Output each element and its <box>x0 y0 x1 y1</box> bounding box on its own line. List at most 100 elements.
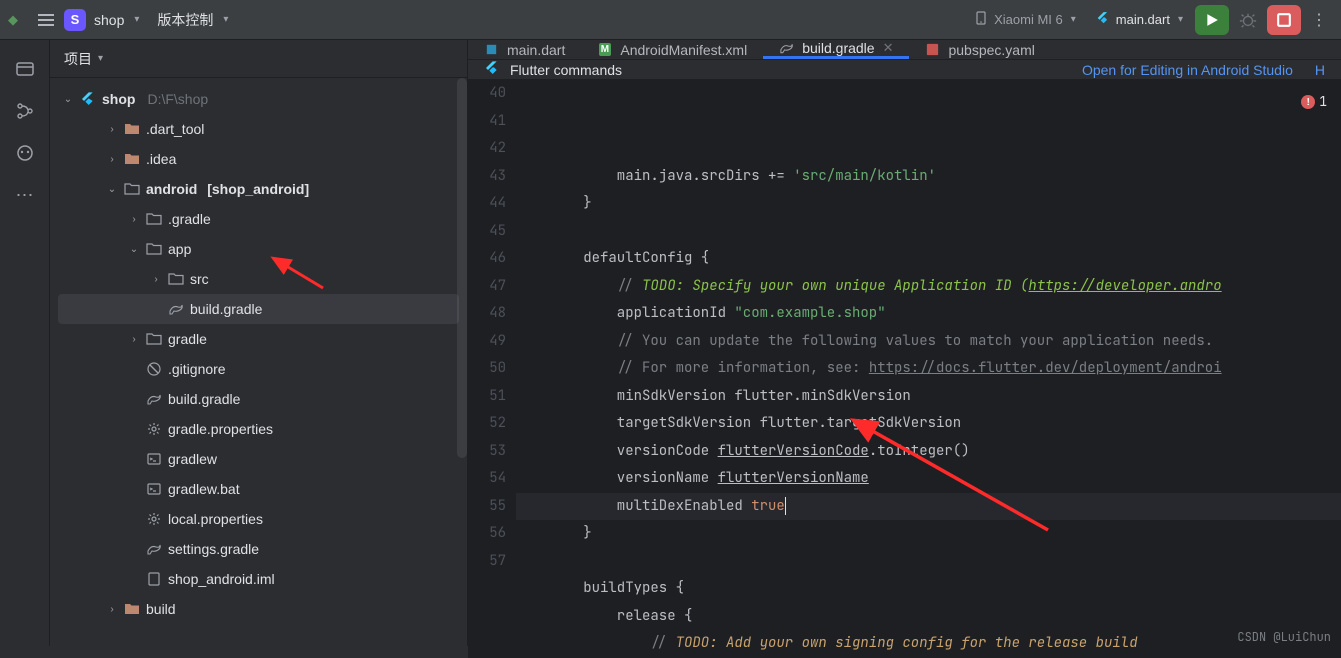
tree-node-build[interactable]: ›build <box>50 594 467 624</box>
run-button[interactable] <box>1195 5 1229 35</box>
code-line[interactable]: defaultConfig { <box>516 245 1341 273</box>
code-line[interactable]: // TODO: Specify your own unique Applica… <box>516 273 1341 301</box>
flutter-icon <box>1096 11 1110 28</box>
device-selector[interactable]: Xiaomi MI 6 ▾ <box>966 7 1084 32</box>
tree-node-src[interactable]: ›src <box>50 264 467 294</box>
more-tools-icon[interactable]: ⋯ <box>14 184 36 206</box>
code-line[interactable]: release { <box>516 603 1341 631</box>
run-config-selector[interactable]: main.dart ▾ <box>1088 7 1191 32</box>
code-line[interactable]: // For more information, see: https://do… <box>516 355 1341 383</box>
project-name[interactable]: shop <box>94 12 124 28</box>
tree-node--gradle[interactable]: ›.gradle <box>50 204 467 234</box>
sidebar-title: 项目 <box>64 49 92 69</box>
error-icon: ! <box>1301 95 1315 109</box>
tab-label: pubspec.yaml <box>948 42 1034 58</box>
tree-node--dart-tool[interactable]: ›.dart_tool <box>50 114 467 144</box>
file-icon <box>779 41 794 56</box>
error-count: 1 <box>1319 88 1327 116</box>
scrollbar[interactable] <box>457 78 467 458</box>
project-tree[interactable]: ⌄shopD:\F\shop›.dart_tool›.idea⌄android … <box>50 78 467 630</box>
tree-node-build-gradle[interactable]: build.gradle <box>58 294 459 324</box>
debug-button[interactable] <box>1233 11 1263 29</box>
phone-icon <box>974 11 988 28</box>
tree-node-gradle-properties[interactable]: gradle.properties <box>50 414 467 444</box>
file-icon <box>146 331 162 347</box>
file-icon <box>168 301 184 317</box>
file-icon <box>146 391 162 407</box>
code-line[interactable]: minSdkVersion flutter.minSdkVersion <box>516 383 1341 411</box>
code-line[interactable] <box>516 548 1341 576</box>
open-in-studio-link[interactable]: Open for Editing in Android Studio <box>1082 62 1293 78</box>
code-line[interactable]: multiDexEnabled true <box>516 493 1341 521</box>
tree-node-android[interactable]: ⌄android [shop_android] <box>50 174 467 204</box>
tree-node-local-properties[interactable]: local.properties <box>50 504 467 534</box>
project-tool-icon[interactable] <box>14 58 36 80</box>
file-icon <box>146 361 162 377</box>
tab-label: build.gradle <box>802 40 874 56</box>
tab-label: AndroidManifest.xml <box>620 42 747 58</box>
tree-node--gitignore[interactable]: .gitignore <box>50 354 467 384</box>
banner-extra[interactable]: H <box>1315 62 1325 78</box>
tab-pubspec-yaml[interactable]: pubspec.yaml <box>909 40 1050 59</box>
tab-main-dart[interactable]: main.dart <box>468 40 581 59</box>
stop-button[interactable] <box>1267 5 1301 35</box>
tree-root[interactable]: ⌄shopD:\F\shop <box>50 84 467 114</box>
tree-node--idea[interactable]: ›.idea <box>50 144 467 174</box>
code-line[interactable]: versionCode flutterVersionCode.toInteger… <box>516 438 1341 466</box>
chevron-down-icon: ▾ <box>223 14 228 25</box>
tab-build-gradle[interactable]: build.gradle ✕ <box>763 40 909 59</box>
tree-node-gradlew[interactable]: gradlew <box>50 444 467 474</box>
tree-node-shop-android-iml[interactable]: shop_android.iml <box>50 564 467 594</box>
file-icon <box>146 451 162 467</box>
file-icon <box>168 271 184 287</box>
vcs-menu[interactable]: 版本控制 <box>157 10 213 30</box>
tree-node-build-gradle[interactable]: build.gradle <box>50 384 467 414</box>
more-menu-button[interactable]: ⋮ <box>1305 10 1333 30</box>
code-line[interactable]: applicationId "com.example.shop" <box>516 300 1341 328</box>
tab-label: main.dart <box>507 42 565 58</box>
file-icon <box>124 121 140 137</box>
file-icon <box>146 211 162 227</box>
copilot-tool-icon[interactable] <box>14 142 36 164</box>
tree-node-gradle[interactable]: ›gradle <box>50 324 467 354</box>
project-sidebar: 项目 ▾ ⌄shopD:\F\shop›.dart_tool›.idea⌄and… <box>50 40 468 646</box>
code-line[interactable]: // TODO: Add your own signing config for… <box>516 630 1341 658</box>
gutter-line-numbers: 404142434445464748495051525354555657 <box>468 80 516 658</box>
tree-node-settings-gradle[interactable]: settings.gradle <box>50 534 467 564</box>
code-line[interactable]: targetSdkVersion flutter.targetSdkVersio… <box>516 410 1341 438</box>
code-line[interactable]: } <box>516 190 1341 218</box>
watermark: CSDN @LuiChun <box>1237 624 1331 652</box>
run-config-label: main.dart <box>1116 12 1170 27</box>
tree-node-gradlew-bat[interactable]: gradlew.bat <box>50 474 467 504</box>
file-icon <box>146 541 162 557</box>
chevron-down-icon: ▾ <box>98 53 103 64</box>
flutter-banner: Flutter commands Open for Editing in And… <box>468 60 1341 80</box>
editor-tabs: main.dart M AndroidManifest.xml build.gradl… <box>468 40 1341 60</box>
structure-tool-icon[interactable] <box>14 100 36 122</box>
chevron-down-icon: ▾ <box>134 14 139 25</box>
code-line[interactable] <box>516 218 1341 246</box>
sidebar-header[interactable]: 项目 ▾ <box>50 40 467 78</box>
flutter-icon <box>80 91 96 107</box>
tab-androidmanifest-xml[interactable]: M AndroidManifest.xml <box>581 40 763 59</box>
code-editor[interactable]: 404142434445464748495051525354555657 ! 1… <box>468 80 1341 658</box>
file-icon <box>146 421 162 437</box>
code-line[interactable]: buildTypes { <box>516 575 1341 603</box>
tree-node-app[interactable]: ⌄app <box>50 234 467 264</box>
code-line[interactable]: main.java.srcDirs += 'src/main/kotlin' <box>516 163 1341 191</box>
code-line[interactable]: // You can update the following values t… <box>516 328 1341 356</box>
toolbar: ◆ S shop ▾ 版本控制 ▾ Xiaomi MI 6 ▾ main.dar… <box>0 0 1341 40</box>
error-indicator[interactable]: ! 1 <box>1301 88 1327 116</box>
code-line[interactable]: } <box>516 520 1341 548</box>
file-icon: M <box>597 42 612 57</box>
code-line[interactable]: versionName flutterVersionName <box>516 465 1341 493</box>
tool-window-bar: ⋯ <box>0 40 50 646</box>
project-badge-icon: S <box>64 9 86 31</box>
file-icon <box>484 42 499 57</box>
main-menu-button[interactable] <box>36 10 56 30</box>
code-content[interactable]: ! 1 main.java.srcDirs += 'src/main/kotli… <box>516 80 1341 658</box>
close-icon[interactable]: ✕ <box>883 40 894 56</box>
file-icon <box>146 241 162 257</box>
app-logo-icon: ◆ <box>8 12 28 28</box>
file-icon <box>124 601 140 617</box>
